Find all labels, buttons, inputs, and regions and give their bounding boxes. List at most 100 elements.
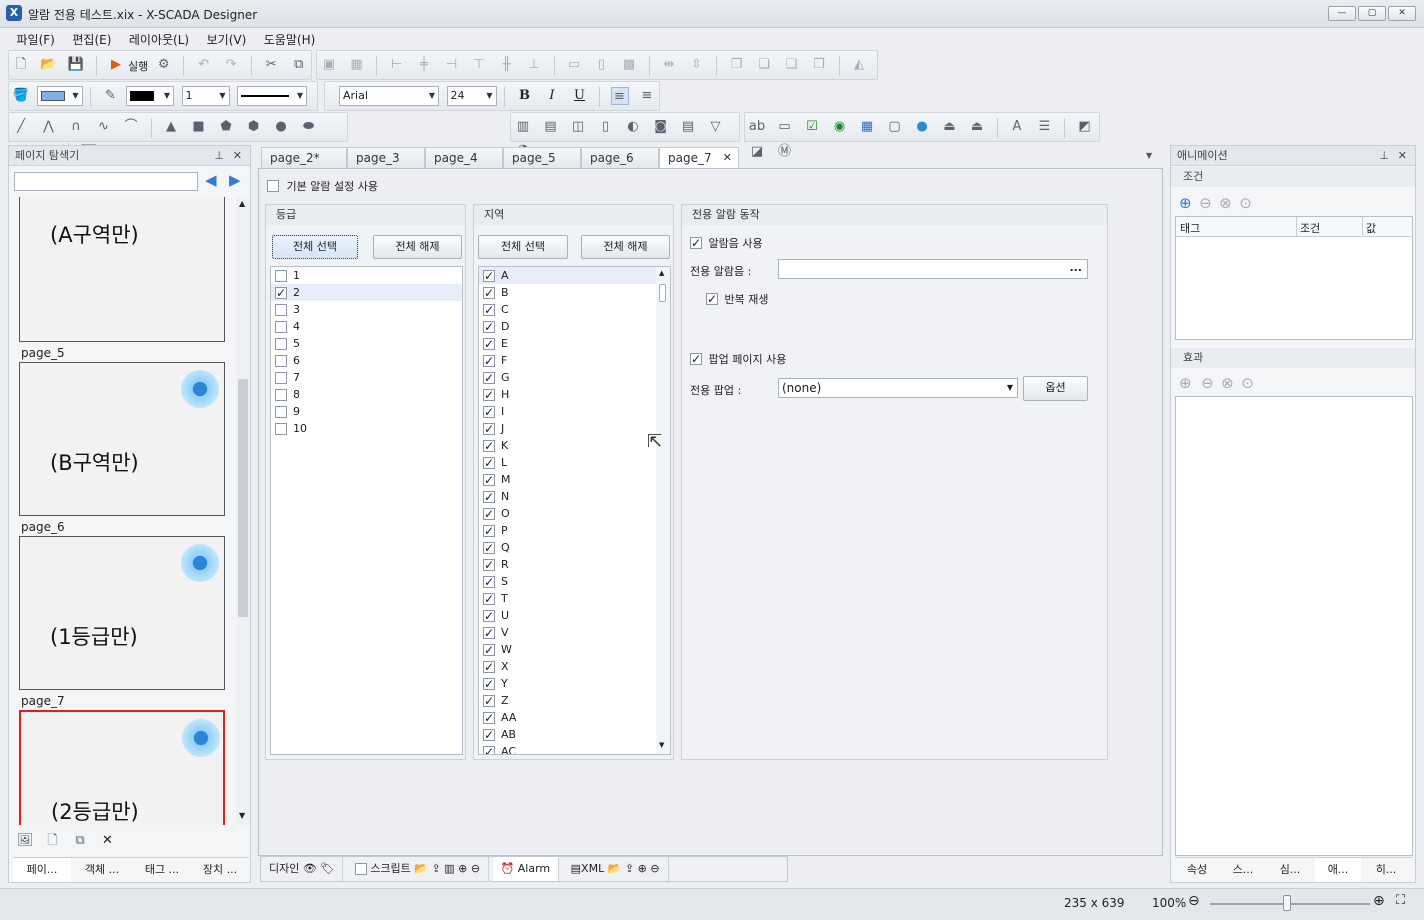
- xml-tab[interactable]: ▤XML 📂 ⇪ ⊕ ⊖: [563, 857, 669, 881]
- add-effect-icon[interactable]: ⊕: [1179, 374, 1192, 392]
- tab-page_6[interactable]: page_6: [581, 147, 659, 169]
- zoom-out-button[interactable]: ⊖: [1188, 893, 1200, 909]
- region-item[interactable]: ✓ I: [479, 403, 670, 420]
- grade-select-all-button[interactable]: 전체 선택: [272, 235, 358, 259]
- alarm-sound-row[interactable]: ✓ 알람음 사용: [690, 235, 763, 251]
- region-checkbox[interactable]: ✓: [483, 355, 495, 367]
- design-tab[interactable]: 디자인 👁 🏷: [261, 857, 344, 881]
- maximize-button[interactable]: ▢: [1358, 6, 1386, 21]
- tab-list-dropdown-icon[interactable]: ▼: [1146, 151, 1152, 160]
- redo-icon[interactable]: ↷: [222, 56, 240, 74]
- m-chart-icon[interactable]: Ⓜ: [776, 143, 794, 161]
- send-back-icon[interactable]: ❏: [755, 56, 773, 74]
- arc-tool-icon[interactable]: ⌒: [122, 118, 140, 136]
- region-item[interactable]: ✓ F: [479, 352, 670, 369]
- menu-layout[interactable]: 레이아웃(L): [122, 28, 196, 51]
- region-checkbox[interactable]: ✓: [483, 576, 495, 588]
- region-checkbox[interactable]: ✓: [483, 542, 495, 554]
- trend-icon[interactable]: ◫: [569, 118, 587, 136]
- dial-icon[interactable]: ◐: [624, 118, 642, 136]
- align-right-icon[interactable]: ⊣: [443, 56, 461, 74]
- align-middle-icon[interactable]: ╫: [498, 56, 516, 74]
- remove-effect-icon[interactable]: ⊖: [1201, 374, 1214, 392]
- region-item[interactable]: ✓ H: [479, 386, 670, 403]
- hexagon-tool-icon[interactable]: ⬢: [245, 118, 263, 136]
- move-up-icon[interactable]: ⊙: [1239, 194, 1252, 212]
- grade-checkbox[interactable]: [275, 338, 287, 350]
- tab-object[interactable]: 객체 ...: [73, 858, 131, 882]
- font-size-select[interactable]: 24 ▼: [446, 86, 497, 106]
- thumbnail-scrollbar[interactable]: ▲ ▼: [236, 197, 250, 825]
- run-icon[interactable]: ▶: [107, 56, 125, 74]
- grade-checkbox[interactable]: [275, 389, 287, 401]
- script-tab[interactable]: 스크립트 📂 ⇪ ▥ ⊕ ⊖: [347, 857, 490, 881]
- menu-view[interactable]: 보기(V): [200, 28, 254, 51]
- triangle-tool-icon[interactable]: ▲: [162, 118, 180, 136]
- tab-history[interactable]: 히...: [1363, 858, 1409, 882]
- grade-item[interactable]: 8: [271, 386, 462, 403]
- pentagon-tool-icon[interactable]: ⬟: [217, 118, 235, 136]
- popup-page-row[interactable]: ✓ 팝업 페이지 사용: [690, 351, 786, 367]
- ellipse-tool-icon[interactable]: ⬬: [300, 118, 318, 136]
- dedicated-popup-select[interactable]: (none) ▼: [778, 378, 1018, 398]
- tab-symbol[interactable]: 심...: [1267, 858, 1313, 882]
- menu-file[interactable]: 파일(F): [10, 28, 62, 51]
- tab-device[interactable]: 장치 ...: [191, 858, 249, 882]
- send-backward-icon[interactable]: ❒: [810, 56, 828, 74]
- region-checkbox[interactable]: ✓: [483, 559, 495, 571]
- new-page-icon[interactable]: 🗋: [44, 832, 62, 850]
- region-item[interactable]: ✓ S: [479, 573, 670, 590]
- tank-icon[interactable]: ▯: [597, 118, 615, 136]
- grade-item[interactable]: 4: [271, 318, 462, 335]
- tab-tag[interactable]: 태그 ...: [133, 858, 191, 882]
- prev-arrow-icon[interactable]: ◀: [205, 171, 217, 189]
- region-checkbox[interactable]: ✓: [483, 372, 495, 384]
- grade-item[interactable]: 5: [271, 335, 462, 352]
- grade-item[interactable]: ✓ 2: [271, 284, 462, 301]
- funnel-icon[interactable]: ▽: [707, 118, 725, 136]
- text-align-left-icon[interactable]: ≡: [610, 87, 629, 105]
- effect-down-icon[interactable]: ⊗: [1221, 374, 1234, 392]
- run-button-label[interactable]: 실행: [128, 58, 148, 74]
- table-control-icon[interactable]: ☰: [1036, 118, 1054, 136]
- region-item[interactable]: ✓ AA: [479, 709, 670, 726]
- remove-condition-icon[interactable]: ⊖: [1199, 194, 1212, 212]
- bring-forward-icon[interactable]: ❑: [783, 56, 801, 74]
- align-top-icon[interactable]: ⊤: [470, 56, 488, 74]
- move-down-icon[interactable]: ⊗: [1219, 194, 1232, 212]
- tab-page_4[interactable]: page_4: [425, 147, 503, 169]
- line-width-select[interactable]: 1 ▼: [181, 86, 230, 106]
- font-control-icon[interactable]: A: [1008, 118, 1026, 136]
- animation-pin-icon[interactable]: ⊥: [1379, 146, 1389, 166]
- region-checkbox[interactable]: ✓: [483, 287, 495, 299]
- page-image-icon[interactable]: 🖼: [16, 832, 34, 850]
- region-list-scrollbar[interactable]: ▲ ▼: [656, 267, 670, 754]
- line-chart-icon[interactable]: ◪: [748, 143, 766, 161]
- grade-item[interactable]: 10: [271, 420, 462, 437]
- region-checkbox[interactable]: ✓: [483, 712, 495, 724]
- same-height-icon[interactable]: ▯: [593, 56, 611, 74]
- alarm-tab[interactable]: ⏰ Alarm: [492, 857, 560, 881]
- cut-icon[interactable]: ✂: [262, 56, 280, 74]
- dedicated-sound-field[interactable]: ...: [778, 259, 1088, 279]
- align-center-icon[interactable]: ╪: [415, 56, 433, 74]
- region-item[interactable]: ✓ AC: [479, 743, 670, 754]
- font-name-select[interactable]: Arial ▼: [339, 86, 439, 106]
- align-left-icon[interactable]: ⊢: [388, 56, 406, 74]
- browse-sound-button[interactable]: ...: [1069, 261, 1082, 274]
- meter-icon[interactable]: ◙: [652, 118, 670, 136]
- repeat-play-row[interactable]: ✓ 반복 재생: [706, 291, 768, 307]
- close-tab-icon[interactable]: ✕: [723, 148, 732, 168]
- panel-close-icon[interactable]: ✕: [233, 146, 242, 166]
- tab-page_3[interactable]: page_3: [347, 147, 425, 169]
- lamp-control-icon[interactable]: ⏏: [941, 118, 959, 136]
- copy-page-icon[interactable]: ⧉: [71, 832, 89, 850]
- region-item[interactable]: ✓ AB: [479, 726, 670, 743]
- region-select-all-button[interactable]: 전체 선택: [478, 235, 568, 259]
- page-search-input[interactable]: [14, 172, 198, 191]
- menu-help[interactable]: 도움말(H): [257, 28, 323, 51]
- fill-color-icon[interactable]: 🪣: [12, 87, 30, 105]
- region-item[interactable]: ✓ E: [479, 335, 670, 352]
- zoom-slider-thumb[interactable]: [1283, 895, 1291, 911]
- page-thumbnail[interactable]: (A구역만): [19, 197, 225, 342]
